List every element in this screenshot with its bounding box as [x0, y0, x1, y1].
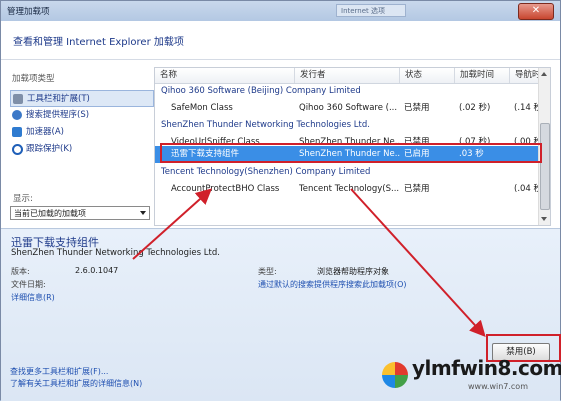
group-header: ShenZhen Thunder Networking Technologies… [155, 117, 550, 134]
windows-logo-icon [382, 362, 408, 388]
site-watermark: ylmfwin8.com www.win7.com [382, 356, 561, 398]
watermark-brand: ylmfwin8.com [412, 356, 561, 380]
addon-publisher: Tencent Technology(S... [299, 184, 400, 194]
selected-addon-publisher: ShenZhen Thunder Networking Technologies… [11, 248, 220, 258]
sidebar-item-label: 搜索提供程序(S) [26, 110, 90, 120]
addon-types-label: 加载项类型 [12, 74, 55, 84]
scroll-down-icon[interactable] [541, 217, 547, 221]
addon-type-nav: 工具栏和扩展(T) 搜索提供程序(S) 加速器(A) 跟踪保护(K) [10, 90, 154, 158]
addon-publisher: Qihoo 360 Software (... [299, 103, 398, 113]
version-label: 版本: [11, 267, 30, 276]
column-header-name[interactable]: 名称 [155, 68, 295, 83]
header: 查看和管理 Internet Explorer 加载项 [1, 21, 560, 60]
addon-name: SafeMon Class [171, 103, 233, 113]
page-title: 查看和管理 Internet Explorer 加载项 [13, 37, 184, 48]
column-header-status[interactable]: 状态 [400, 68, 455, 83]
group-header: Qihoo 360 Software (Beijing) Company Lim… [155, 83, 550, 100]
sidebar-item-label: 加速器(A) [26, 127, 64, 137]
type-label: 类型: [258, 267, 277, 276]
addon-load-time: (.02 秒) [459, 103, 491, 113]
addon-load-time [459, 181, 510, 198]
sidebar-item-toolbars[interactable]: 工具栏和扩展(T) [10, 90, 154, 107]
column-header-publisher[interactable]: 发行者 [295, 68, 400, 83]
sidebar-item-search-providers[interactable]: 搜索提供程序(S) [10, 107, 154, 124]
scroll-thumb[interactable] [540, 123, 550, 210]
title-bar[interactable]: 管理加载项 Internet 选项 ✕ [1, 1, 560, 22]
sidebar-item-label: 工具栏和扩展(T) [27, 94, 90, 104]
search-provider-icon [12, 110, 22, 120]
show-label: 显示: [13, 194, 33, 204]
version-value: 2.6.0.1047 [75, 266, 119, 275]
window-title: 管理加载项 [7, 7, 50, 17]
file-date-label: 文件日期: [11, 280, 46, 289]
group-label: Tencent Technology(Shenzhen) Company Lim… [161, 167, 371, 177]
search-addon-link[interactable]: 通过默认的搜索提供程序搜索此加载项(O) [258, 279, 407, 290]
find-more-toolbars-link[interactable]: 查找更多工具栏和扩展(F)... [10, 366, 142, 378]
sidebar-item-label: 跟踪保护(K) [26, 144, 73, 154]
scroll-up-icon[interactable] [541, 72, 547, 76]
show-dropdown-value: 当前已加载的加载项 [14, 209, 86, 218]
more-info-link[interactable]: 详细信息(R) [11, 292, 55, 303]
manage-addons-window: 管理加载项 Internet 选项 ✕ 查看和管理 Internet Explo… [0, 0, 561, 401]
table-row[interactable]: SafeMon Class Qihoo 360 Software (... 已禁… [155, 100, 550, 117]
group-label: ShenZhen Thunder Networking Technologies… [161, 120, 370, 130]
footer-links: 查找更多工具栏和扩展(F)... 了解有关工具栏和扩展的详细信息(N) [10, 366, 142, 390]
addon-name: AccountProtectBHO Class [171, 184, 280, 194]
accelerator-icon [12, 127, 22, 137]
watermark-sub: www.win7.com [468, 382, 528, 391]
annotation-highlight-row [160, 143, 542, 163]
learn-more-toolbars-link[interactable]: 了解有关工具栏和扩展的详细信息(N) [10, 378, 142, 390]
column-header-load-time[interactable]: 加载时间 [455, 68, 510, 83]
list-header: 名称 发行者 状态 加载时间 导航时间 [155, 68, 550, 84]
sidebar-item-accelerators[interactable]: 加速器(A) [10, 124, 154, 141]
table-row[interactable]: AccountProtectBHO Class Tencent Technolo… [155, 181, 550, 198]
sidebar-item-tracking-protection[interactable]: 跟踪保护(K) [10, 141, 154, 158]
chevron-down-icon [140, 211, 146, 215]
toolbar-icon [13, 94, 23, 104]
tracking-protection-icon [12, 144, 23, 155]
background-tab: Internet 选项 [336, 4, 406, 17]
show-dropdown[interactable]: 当前已加载的加载项 [10, 206, 150, 220]
type-value: 浏览器帮助程序对象 [317, 267, 389, 276]
group-label: Qihoo 360 Software (Beijing) Company Lim… [161, 86, 361, 96]
close-button[interactable]: ✕ [518, 3, 554, 20]
addon-status: 已禁用 [404, 184, 430, 194]
addon-status: 已禁用 [404, 103, 430, 113]
group-header: Tencent Technology(Shenzhen) Company Lim… [155, 164, 550, 181]
